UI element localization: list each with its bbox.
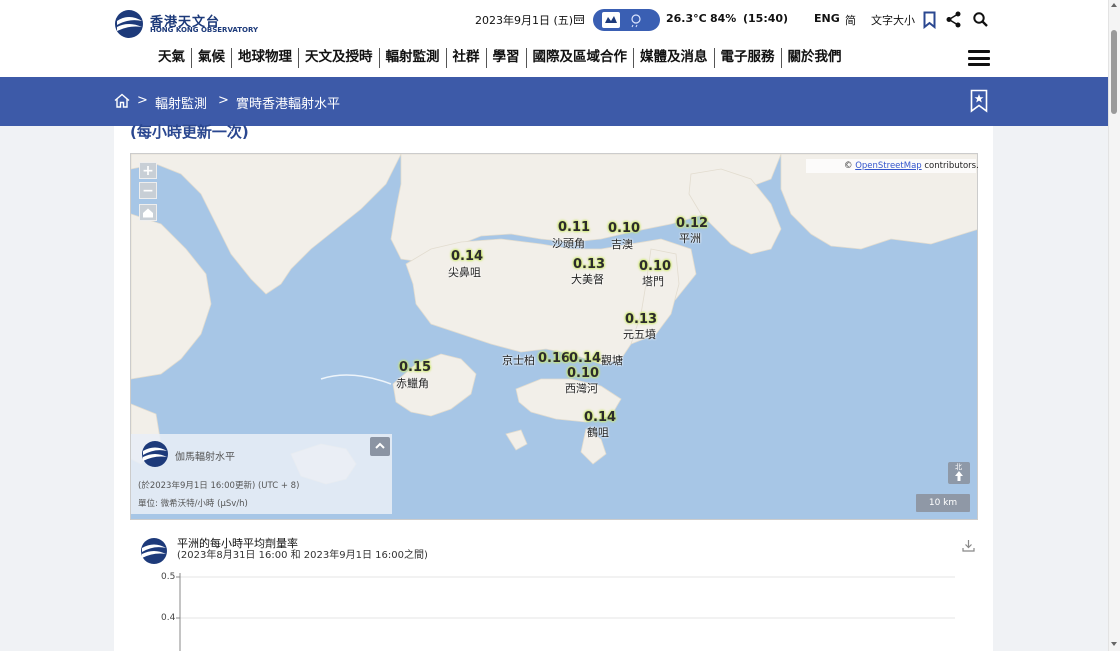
map-scale: 10 km (916, 494, 970, 512)
station-name: 沙頭角 (552, 237, 585, 250)
nav-radiation[interactable]: 輻射監測 (380, 48, 447, 68)
station-value[interactable]: 0.10 (608, 221, 640, 236)
y-tick-label: 0.4 (161, 613, 176, 623)
nav-climate[interactable]: 氣候 (192, 48, 232, 68)
current-humidity: 84% (710, 12, 737, 25)
station-value[interactable]: 0.10 (567, 366, 599, 381)
station-name: 大美督 (571, 273, 604, 286)
nav-international[interactable]: 國際及區域合作 (527, 48, 634, 68)
station-name: 塔門 (642, 275, 664, 288)
legend-title: 伽馬輻射水平 (175, 452, 235, 463)
zoom-out-button[interactable]: − (139, 182, 157, 199)
nav-media[interactable]: 媒體及消息 (634, 48, 715, 68)
font-size-link[interactable]: 文字大小 (871, 12, 915, 28)
hko-logo-icon (115, 10, 143, 38)
calendar-icon[interactable] (574, 14, 584, 24)
nav-eservices[interactable]: 電子服務 (715, 48, 782, 68)
station-value[interactable]: 0.10 (639, 259, 671, 274)
weather-icon[interactable] (593, 9, 660, 31)
station-value[interactable]: 0.15 (399, 360, 431, 375)
station-value[interactable]: 0.14 (569, 351, 601, 366)
nav-geophysics[interactable]: 地球物理 (232, 48, 299, 68)
legend-unit: 單位: 微希沃特/小時 (μSv/h) (138, 499, 248, 509)
station-value[interactable]: 0.13 (625, 312, 657, 327)
station-name: 平洲 (679, 232, 701, 245)
north-arrow-icon[interactable]: 北 (948, 462, 970, 484)
station-name: 京士柏 (502, 354, 535, 367)
bookmark-add-icon[interactable] (970, 89, 988, 113)
breadcrumb-separator: > (218, 93, 229, 108)
bookmark-icon[interactable] (923, 11, 936, 29)
current-temperature: 26.3°C (666, 12, 707, 25)
chart-subtitle: (2023年8月31日 16:00 和 2023年9月1日 16:00之間) (177, 550, 428, 561)
menu-icon[interactable] (968, 50, 990, 66)
station-value[interactable]: 0.13 (573, 257, 605, 272)
hko-legend-logo-icon (142, 441, 168, 467)
station-name: 吉澳 (611, 238, 633, 251)
scrollbar-thumb[interactable] (1111, 30, 1117, 114)
scroll-down-icon[interactable] (1110, 641, 1118, 647)
observation-time: (15:40) (743, 12, 789, 25)
logo-english: HONG KONG OBSERVATORY (150, 26, 259, 34)
nav-about[interactable]: 關於我們 (782, 48, 848, 68)
openstreetmap-link[interactable]: OpenStreetMap (855, 161, 921, 171)
nav-learning[interactable]: 學習 (487, 48, 527, 68)
station-name: 尖鼻咀 (448, 266, 481, 279)
station-value[interactable]: 0.14 (451, 249, 483, 264)
nav-weather[interactable]: 天氣 (152, 48, 192, 68)
share-icon[interactable] (946, 11, 962, 28)
search-icon[interactable] (973, 12, 988, 27)
breadcrumb-radiation[interactable]: 輻射監測 (155, 93, 207, 112)
scroll-up-icon[interactable] (1110, 2, 1118, 8)
station-value[interactable]: 0.14 (584, 410, 616, 425)
y-tick-label: 0.5 (161, 572, 176, 582)
hko-logo[interactable]: 香港天文台 HONG KONG OBSERVATORY (114, 9, 258, 39)
main-nav: 天氣 氣候 地球物理 天文及授時 輻射監測 社群 學習 國際及區域合作 媒體及消… (152, 48, 848, 68)
station-value[interactable]: 0.11 (558, 220, 590, 235)
download-icon[interactable] (962, 539, 975, 552)
station-name: 觀塘 (601, 354, 623, 367)
current-date: 2023年9月1日 (五) (475, 14, 574, 27)
nav-astronomy[interactable]: 天文及授時 (299, 48, 380, 68)
home-view-icon[interactable] (139, 204, 157, 221)
hko-chart-logo-icon (141, 538, 167, 564)
station-value[interactable]: 0.16 (538, 351, 570, 366)
legend-update-time: (於2023年9月1日 16:00更新) (UTC + 8) (138, 481, 300, 491)
dose-rate-chart (176, 573, 955, 651)
zoom-in-button[interactable]: + (139, 162, 157, 179)
breadcrumb-separator: > (137, 93, 148, 108)
station-name: 元五墳 (623, 328, 656, 341)
station-name: 赤鱲角 (396, 377, 429, 390)
language-simplified-link[interactable]: 简 (845, 12, 856, 28)
station-name: 西灣河 (565, 382, 598, 395)
home-icon[interactable] (114, 93, 130, 108)
language-english-link[interactable]: ENG (814, 12, 840, 25)
station-name: 鶴咀 (587, 426, 609, 439)
map-attribution: © OpenStreetMap contributors. (806, 159, 979, 173)
update-frequency-note: (每小時更新一次) (130, 123, 249, 141)
collapse-up-icon[interactable] (370, 437, 390, 456)
nav-community[interactable]: 社群 (447, 48, 487, 68)
station-value[interactable]: 0.12 (676, 216, 708, 231)
breadcrumb-current-page: 實時香港輻射水平 (236, 97, 341, 112)
